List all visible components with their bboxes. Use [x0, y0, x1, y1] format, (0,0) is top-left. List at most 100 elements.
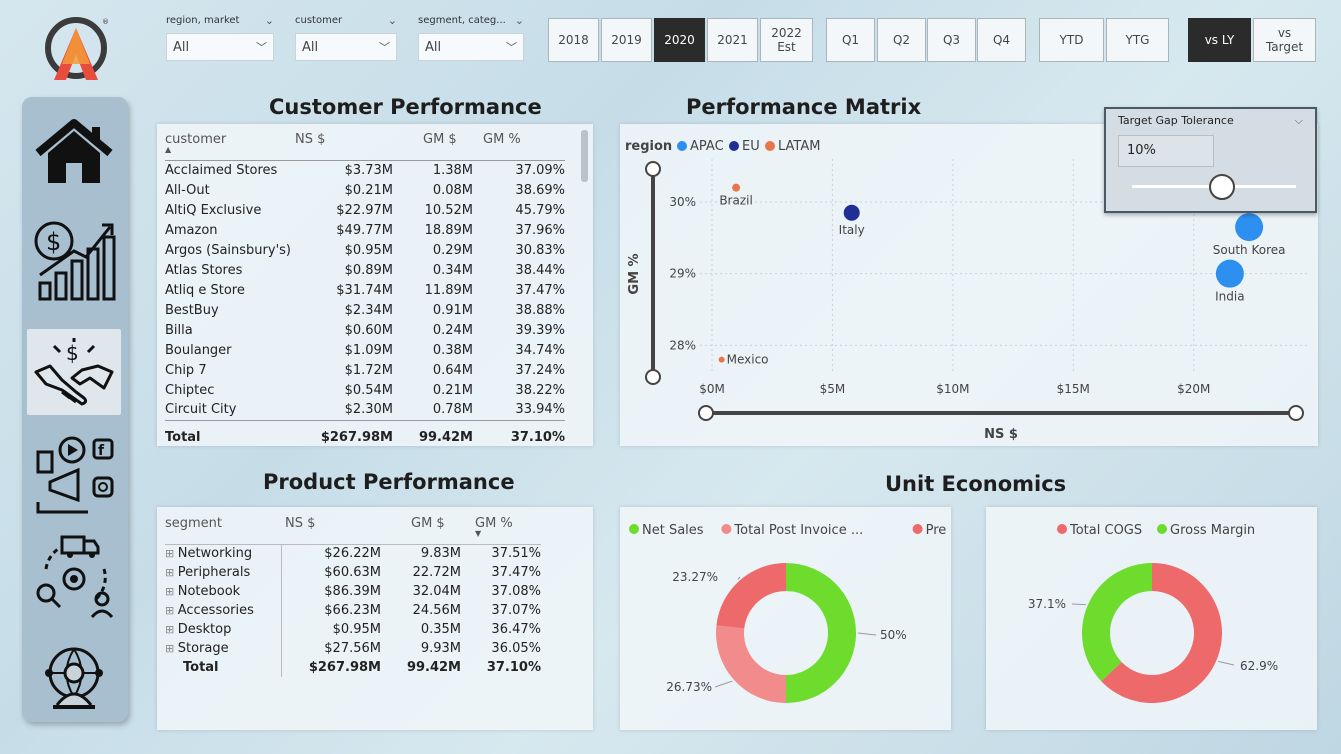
- nav-home[interactable]: [27, 109, 121, 195]
- table-row[interactable]: ⊞ Networking $26.22M 9.83M 37.51%: [165, 544, 541, 563]
- column-header-gm-pct[interactable]: GM %: [473, 130, 565, 160]
- customer-filter[interactable]: customer ⌄ All ﹀: [295, 14, 397, 61]
- table-row[interactable]: All-Out $0.21M 0.08M 38.69%: [165, 180, 565, 200]
- scatter-point-label: South Korea: [1213, 243, 1286, 257]
- table-row[interactable]: ⊞ Desktop $0.95M 0.35M 36.47%: [165, 620, 541, 639]
- expand-icon[interactable]: ⊞: [165, 623, 178, 636]
- x-axis-label: NS $: [984, 427, 1018, 442]
- column-header-ns[interactable]: NS $: [295, 130, 393, 160]
- table-row[interactable]: Atlas Stores $0.89M 0.34M 38.44%: [165, 260, 565, 280]
- table-row[interactable]: Boulanger $1.09M 0.38M 34.74%: [165, 340, 565, 360]
- segment-cell: ⊞ Accessories: [165, 601, 282, 620]
- table-row[interactable]: Argos (Sainsbury's) $0.95M 0.29M 30.83%: [165, 240, 565, 260]
- ytd-button[interactable]: YTD: [1039, 18, 1104, 62]
- ns-cell: $1.72M: [344, 362, 393, 378]
- y-range-slider-handle-bottom[interactable]: [645, 369, 661, 385]
- segment-label: Notebook: [177, 584, 241, 599]
- leader-line: [857, 632, 877, 636]
- segment-label: Accessories: [177, 603, 254, 618]
- nav-supply-chain[interactable]: [27, 533, 121, 619]
- quarter-button-q3[interactable]: Q3: [927, 18, 976, 62]
- target-gap-input[interactable]: 10%: [1118, 135, 1214, 167]
- table-row[interactable]: Chiptec $0.54M 0.21M 38.22%: [165, 380, 565, 400]
- quarter-button-q1[interactable]: Q1: [826, 18, 875, 62]
- ns-cell: $49.77M: [336, 222, 393, 238]
- scatter-point-india[interactable]: [1215, 259, 1244, 288]
- table-row[interactable]: AltiQ Exclusive $22.97M 10.52M 45.79%: [165, 200, 565, 220]
- quarter-button-q4[interactable]: Q4: [977, 18, 1026, 62]
- table-row[interactable]: ⊞ Peripherals $60.63M 22.72M 37.47%: [165, 563, 541, 582]
- segment-label: Peripherals: [177, 565, 251, 580]
- year-button-2022-est[interactable]: 2022 Est: [760, 18, 813, 62]
- vs-ly-button[interactable]: vs LY: [1188, 18, 1251, 62]
- scatter-point-south-korea[interactable]: [1235, 213, 1264, 242]
- performance-matrix-title: Performance Matrix: [686, 95, 922, 119]
- target-gap-slider-handle[interactable]: [1209, 174, 1236, 200]
- scatter-point-label: Italy: [839, 223, 865, 237]
- segment-cell: ⊞ Desktop: [165, 620, 282, 639]
- chevron-down-icon[interactable]: ⌵: [1295, 114, 1303, 128]
- column-header-ns[interactable]: NS $: [281, 514, 381, 544]
- table-row[interactable]: ⊞ Storage $27.56M 9.93M 36.05%: [165, 639, 541, 658]
- segment-category-filter[interactable]: segment, categ... ⌄ All ﹀: [418, 14, 524, 61]
- svg-text:$: $: [66, 341, 79, 365]
- table-row[interactable]: ⊞ Accessories $66.23M 24.56M 37.07%: [165, 601, 541, 620]
- table-row[interactable]: ⊞ Notebook $86.39M 32.04M 37.08%: [165, 582, 541, 601]
- table-scrollbar[interactable]: [581, 130, 588, 182]
- filter-label: segment, categ...: [418, 15, 506, 26]
- legend-label: Pre Invoice ...: [926, 523, 951, 538]
- table-row[interactable]: Atliq e Store $31.74M 11.89M 37.47%: [165, 280, 565, 300]
- column-header-gm[interactable]: GM $: [381, 514, 461, 544]
- chevron-down-icon[interactable]: ﹀: [256, 39, 267, 55]
- year-button-2018[interactable]: 2018: [548, 18, 599, 62]
- column-header-gm-pct[interactable]: GM % ▼: [461, 514, 541, 544]
- donut-slice-total-post-invoice-deduction[interactable]: [716, 625, 786, 703]
- scatter-point-brazil[interactable]: [732, 183, 741, 192]
- column-header-gm[interactable]: GM $: [393, 130, 473, 160]
- region-market-filter[interactable]: region, market ⌄ All ﹀: [166, 14, 274, 61]
- expand-icon[interactable]: ⊞: [165, 585, 178, 598]
- quarter-button-q2[interactable]: Q2: [877, 18, 926, 62]
- ytg-button[interactable]: YTG: [1106, 18, 1169, 62]
- chevron-down-icon[interactable]: ﹀: [379, 39, 390, 55]
- donut-slice-gross-margin[interactable]: [1082, 563, 1152, 682]
- scatter-point-mexico[interactable]: [718, 356, 725, 363]
- year-button-2020[interactable]: 2020: [654, 18, 705, 62]
- expand-icon[interactable]: ⊞: [165, 604, 178, 617]
- scatter-point-italy[interactable]: [843, 204, 860, 221]
- x-range-slider-handle-left[interactable]: [698, 405, 714, 421]
- vs-target-button[interactable]: vs Target: [1253, 18, 1316, 62]
- ns-cell: $86.39M: [324, 584, 381, 599]
- donut-slice-pre-invoice-deduction[interactable]: [716, 563, 786, 629]
- nav-executive[interactable]: [27, 635, 121, 721]
- ns-cell: $27.56M: [324, 641, 381, 656]
- gm-pct-cell: 30.83%: [515, 242, 565, 258]
- segment-cell: ⊞ Storage: [165, 639, 282, 658]
- expand-icon[interactable]: ⊞: [165, 547, 178, 560]
- chevron-down-icon: ⌄: [514, 14, 524, 27]
- target-gap-tolerance-slicer[interactable]: Target Gap Tolerance ⌵ 10%: [1104, 107, 1317, 213]
- chevron-down-icon[interactable]: ﹀: [506, 39, 517, 55]
- gm-cell: 0.34M: [432, 262, 473, 278]
- expand-icon[interactable]: ⊞: [165, 566, 178, 579]
- table-row[interactable]: Amazon $49.77M 18.89M 37.96%: [165, 220, 565, 240]
- donut-slice-net-sales[interactable]: [786, 563, 856, 703]
- table-row[interactable]: Billa $0.60M 0.24M 39.39%: [165, 320, 565, 340]
- x-range-slider-handle-right[interactable]: [1288, 405, 1304, 421]
- table-row[interactable]: BestBuy $2.34M 0.91M 38.88%: [165, 300, 565, 320]
- nav-sales[interactable]: $: [27, 329, 121, 415]
- y-range-slider-handle-top[interactable]: [645, 161, 661, 177]
- expand-icon[interactable]: ⊞: [165, 642, 178, 655]
- target-gap-title: Target Gap Tolerance: [1118, 114, 1234, 127]
- gm-pct-cell: 38.69%: [515, 182, 565, 198]
- year-button-2019[interactable]: 2019: [601, 18, 652, 62]
- table-row[interactable]: Acclaimed Stores $3.73M 1.38M 37.09%: [165, 160, 565, 180]
- table-row[interactable]: Chip 7 $1.72M 0.64M 37.24%: [165, 360, 565, 380]
- nav-finance[interactable]: $: [27, 217, 121, 303]
- nav-marketing[interactable]: f: [27, 431, 121, 517]
- column-header-customer[interactable]: customer ▲: [165, 130, 295, 160]
- column-header-segment[interactable]: segment: [165, 514, 281, 544]
- ns-cell: $1.09M: [344, 342, 393, 358]
- year-button-2021[interactable]: 2021: [707, 18, 758, 62]
- table-row[interactable]: Circuit City $2.30M 0.78M 33.94%: [165, 400, 565, 420]
